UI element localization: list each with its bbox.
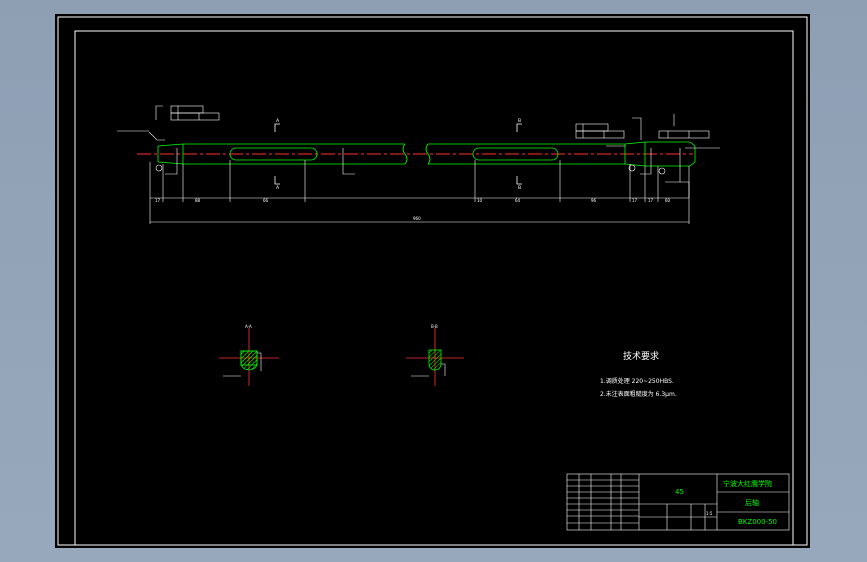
dimension-text: 17 88 66 10 64 96 17 17 60 960 (155, 198, 671, 221)
cad-drawing: 17 88 66 10 64 96 17 17 60 960 A A B B A… (57, 16, 808, 546)
title-block-part-name: 后轴 (745, 498, 759, 507)
svg-text:17: 17 (632, 198, 638, 203)
outer-frame (57, 16, 808, 546)
tech-req-line-2: 2.未注表面粗糙度为 6.3μm. (600, 390, 677, 398)
section-a-label: A-A (245, 324, 252, 329)
overall-length-label: 960 (413, 216, 421, 221)
section-b-view: B-B (406, 324, 464, 386)
tolerance-frames-left (117, 105, 220, 141)
technical-requirements: 技术要求 1.调质处理 220~250HBS. 2.未注表面粗糙度为 6.3μm… (600, 350, 677, 398)
svg-text:64: 64 (515, 198, 521, 203)
svg-text:10: 10 (477, 198, 483, 203)
cut-mark-label: B (518, 118, 521, 124)
tech-req-line-1: 1.调质处理 220~250HBS. (600, 377, 674, 385)
title-block-material: 45 (675, 488, 684, 496)
inner-frame (74, 30, 794, 546)
title-block-drawing-no: BKZ000-50 (738, 518, 777, 526)
svg-text:60: 60 (665, 198, 671, 203)
svg-text:66: 66 (263, 198, 269, 203)
title-block-school: 宁波大红鹰学院 (723, 479, 772, 488)
tech-req-title: 技术要求 (623, 350, 659, 362)
tolerance-frames-right (575, 114, 720, 149)
svg-text:17: 17 (155, 198, 161, 203)
svg-text:88: 88 (195, 198, 201, 203)
section-a-view: A-A (219, 324, 279, 386)
svg-text:17: 17 (648, 198, 654, 203)
cut-mark-label: A (276, 118, 280, 124)
svg-text:96: 96 (591, 198, 597, 203)
datum-marks (155, 164, 666, 175)
section-b-label: B-B (431, 324, 438, 329)
drawing-sheet: 17 88 66 10 64 96 17 17 60 960 A A B B A… (55, 14, 810, 548)
cut-mark-label: B (518, 185, 521, 191)
dimension-lines (149, 148, 690, 224)
title-block-scale: 1:5 (706, 511, 713, 516)
cut-mark-label: A (276, 185, 280, 191)
